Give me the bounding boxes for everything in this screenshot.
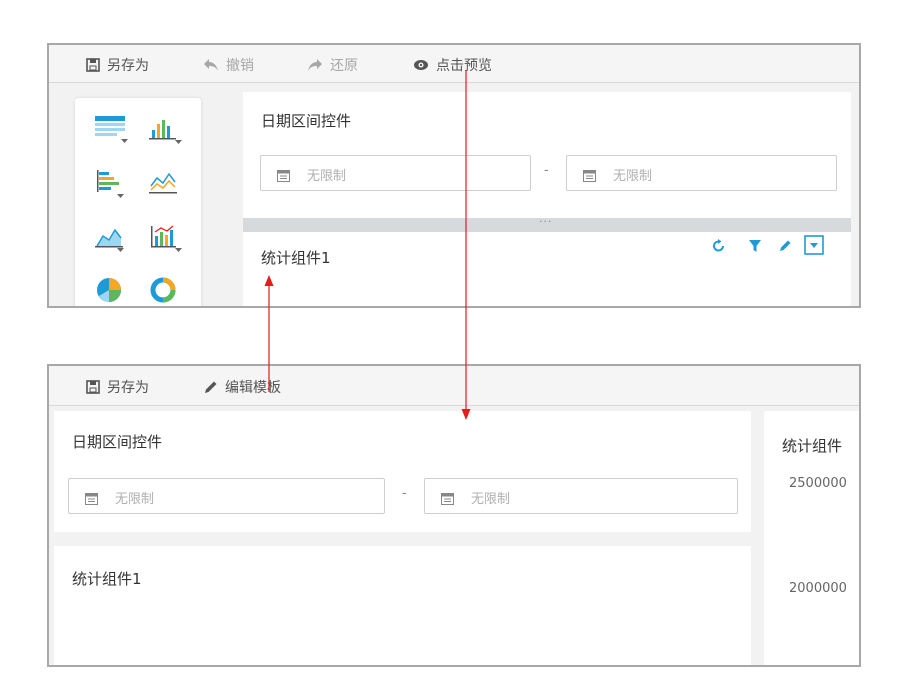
save-icon	[86, 380, 100, 394]
filter-icon[interactable]	[748, 238, 762, 257]
redo-icon	[307, 58, 323, 72]
calendar-icon	[583, 167, 596, 186]
table-chart-icon[interactable]	[95, 114, 128, 143]
start-date-input[interactable]: 无限制	[260, 155, 531, 191]
horizontal-bar-chart-icon[interactable]	[95, 168, 125, 198]
pie-chart-icon[interactable]	[95, 276, 125, 302]
date-range-widget-title: 日期区间控件	[261, 112, 352, 130]
stat-widget-title: 统计组件1	[261, 249, 331, 267]
undo-button[interactable]: 撤销	[203, 55, 254, 75]
drag-dots: ···	[539, 215, 553, 228]
right-stat-widget: 统计组件 2500000 2000000	[764, 411, 859, 665]
start-date-input[interactable]: 无限制	[68, 478, 385, 514]
stat-widget-toolbar	[712, 235, 842, 261]
donut-chart-icon[interactable]	[149, 276, 179, 303]
end-date-placeholder: 无限制	[613, 169, 653, 184]
preview-button[interactable]: 点击预览	[413, 55, 492, 75]
date-range-separator: -	[402, 486, 407, 501]
date-range-widget: 日期区间控件 无限制 - 无限制	[54, 411, 751, 532]
save-icon	[86, 58, 100, 72]
widget-drag-handle[interactable]: ···	[243, 215, 851, 232]
calendar-icon	[277, 167, 290, 186]
eye-icon	[413, 59, 429, 71]
date-range-separator: -	[544, 163, 549, 178]
date-range-widget-title: 日期区间控件	[72, 433, 163, 451]
end-date-input[interactable]: 无限制	[566, 155, 837, 191]
dropdown-icon[interactable]	[804, 235, 824, 259]
undo-icon	[203, 58, 219, 72]
save-as-label: 另存为	[107, 58, 149, 74]
stat-widget: 统计组件1	[54, 546, 751, 665]
refresh-icon[interactable]	[712, 238, 726, 257]
end-date-input[interactable]: 无限制	[424, 478, 738, 514]
pencil-icon	[204, 380, 218, 394]
redo-label: 还原	[330, 58, 358, 74]
save-as-label: 另存为	[107, 380, 149, 396]
line-chart-icon[interactable]	[149, 168, 179, 194]
preview-panel: 另存为 编辑模板 日期区间控件 无限制 - 无限制 统计组件1 统计组件 250…	[47, 364, 861, 667]
calendar-icon	[441, 490, 454, 509]
edit-template-button[interactable]: 编辑模板	[204, 377, 281, 397]
axis-value: 2000000	[789, 581, 847, 596]
undo-label: 撤销	[226, 58, 254, 74]
stat-widget-title: 统计组件1	[72, 570, 142, 588]
start-date-placeholder: 无限制	[307, 169, 347, 184]
axis-value: 2500000	[789, 476, 847, 491]
date-range-widget[interactable]: 日期区间控件 无限制 - 无限制	[243, 92, 851, 218]
edit-template-label: 编辑模板	[225, 380, 281, 396]
chart-type-palette	[75, 98, 201, 306]
calendar-icon	[85, 490, 98, 509]
end-date-placeholder: 无限制	[471, 492, 511, 507]
combo-chart-icon[interactable]	[149, 222, 182, 252]
right-stat-widget-title: 统计组件	[782, 437, 843, 455]
save-as-button[interactable]: 另存为	[86, 55, 149, 75]
redo-button[interactable]: 还原	[307, 55, 358, 75]
area-chart-icon[interactable]	[95, 222, 125, 252]
start-date-placeholder: 无限制	[115, 492, 155, 507]
designer-toolbar: 另存为 撤销 还原 点击预览	[49, 45, 859, 83]
edit-icon[interactable]	[778, 238, 792, 257]
bar-chart-icon[interactable]	[149, 114, 182, 144]
save-as-button[interactable]: 另存为	[86, 377, 149, 397]
preview-label: 点击预览	[436, 58, 492, 74]
preview-toolbar: 另存为 编辑模板	[49, 366, 859, 406]
designer-panel: 另存为 撤销 还原 点击预览 日期区间控件 无限制 - 无限制 ··· 统计组件…	[47, 43, 861, 308]
